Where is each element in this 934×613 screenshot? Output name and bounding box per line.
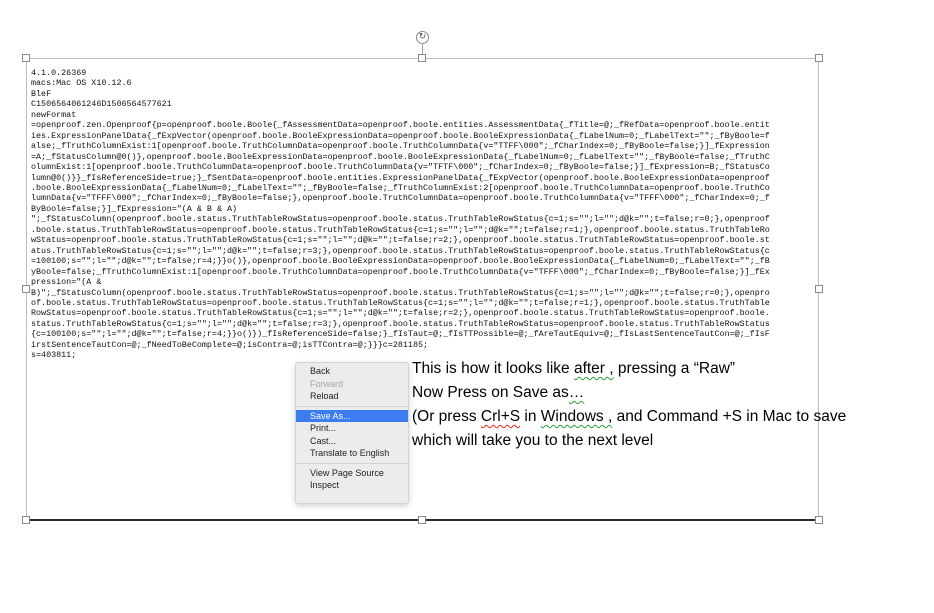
raw-text-line: status.TruthTableRowStatus{c=1;s="";l=""… [31, 318, 770, 329]
menu-item-back[interactable]: Back [296, 365, 408, 378]
menu-separator [296, 405, 408, 407]
raw-text-line: .boole.status.TruthTableRowStatus=openpr… [31, 224, 770, 235]
raw-text-line: s=403811; [31, 350, 77, 361]
raw-text-line: newFormat [31, 109, 77, 120]
menu-item-view-page-source[interactable]: View Page Source [296, 467, 408, 480]
raw-text-line: =openproof.zen.Openproof{p=openproof.boo… [31, 120, 770, 131]
raw-text-line: atus.TruthTableRowStatus{c=1;s="";l="";d… [31, 245, 770, 256]
raw-text-line: ";_fStatusColumn(openproof.boole.status.… [31, 214, 770, 225]
menu-item-forward: Forward [310, 378, 344, 389]
menu-separator [296, 462, 408, 464]
raw-text-line: ies.ExpressionPanelData{_fExpVector(open… [31, 130, 770, 141]
raw-text-line: of.boole.status.TruthTableRowStatus=open… [31, 297, 770, 308]
raw-text-line: =100100;s="";l="";d@k="";t=false;r=4;}}o… [31, 256, 770, 267]
instruction-line-4: which will take you to the next level [412, 432, 654, 449]
raw-text-line: irstSentenceTautCon=@;_fNeedToBeComplete… [31, 339, 429, 350]
resize-handle-middle-right[interactable] [815, 285, 823, 293]
raw-text-line: BleF [31, 88, 52, 99]
raw-file-text: 4.1.0.26369 macs:Mac OS X10.12.6 BleF C1… [31, 68, 813, 361]
resize-handle-top-left[interactable] [22, 54, 30, 62]
raw-text-line: wStatus=openproof.boole.status.TruthTabl… [31, 235, 770, 246]
instruction-line-2: Now Press on Save as… [412, 384, 585, 401]
resize-handle-top-center[interactable] [418, 54, 426, 62]
raw-text-line: ByBoole=false;}]_fExpression="(A & B & A… [31, 203, 238, 214]
resize-handle-bottom-left[interactable] [22, 516, 30, 524]
raw-text-line: alse;_fTruthColumnExist:1[openproof.bool… [31, 141, 770, 152]
menu-item-translate-to-english[interactable]: Translate to English [296, 447, 408, 460]
document-canvas: ↻ 4.1.0.26369 macs:Mac OS X10.12.6 BleF … [0, 0, 934, 613]
raw-text-line: C1506564061246D1506564577621 [31, 99, 172, 110]
browser-context-menu: Back Forward Reload Save As... Print... Cast.… [295, 362, 409, 504]
resize-handle-bottom-center[interactable] [418, 516, 426, 524]
instruction-annotation: This is how it looks like after , pressi… [412, 357, 932, 453]
resize-handle-top-right[interactable] [815, 54, 823, 62]
resize-handle-bottom-right[interactable] [815, 516, 823, 524]
menu-item-reload[interactable]: Reload [296, 390, 408, 403]
menu-item-cast[interactable]: Cast... [296, 435, 408, 448]
raw-text-line: lumn@0()}}_fIsReferenceSide=true;}_fSent… [31, 172, 770, 183]
raw-text-line: B)";_fStatusColumn(openproof.boole.statu… [31, 287, 770, 298]
raw-text-line: macs:Mac OS X10.12.6 [31, 78, 132, 89]
raw-text-line: =A;_fStatusColumn@0()},openproof.boole.B… [31, 151, 770, 162]
raw-text-line: lumnData{v="TFFF\000";_fCharIndex=0;_fBy… [31, 193, 770, 204]
menu-item-print[interactable]: Print... [296, 422, 408, 435]
raw-text-line: {c=100100;s="";l="";d@k="";t=false;r=4;}… [31, 329, 770, 340]
menu-item-inspect[interactable]: Inspect [296, 479, 408, 492]
raw-text-line: .boole.BooleExpressionData{_fLabelNum=0;… [31, 182, 770, 193]
menu-item-save-as[interactable]: Save As... [296, 409, 408, 422]
instruction-line-1: This is how it looks like after , pressi… [412, 360, 736, 377]
instruction-line-3: (Or press Crl+S in Windows , and Command… [412, 408, 847, 425]
raw-text-line: 4.1.0.26369 [31, 68, 87, 78]
raw-text-line: yBoole=false;_fTruthColumnExist:1[openpr… [31, 266, 770, 277]
raw-text-line: pression="(A & [31, 277, 102, 288]
raw-text-line: RowStatus=openproof.boole.status.TruthTa… [31, 308, 770, 319]
resize-handle-middle-left[interactable] [22, 285, 30, 293]
raw-text-line: olumnExist:1[openproof.boole.TruthColumn… [31, 162, 770, 173]
